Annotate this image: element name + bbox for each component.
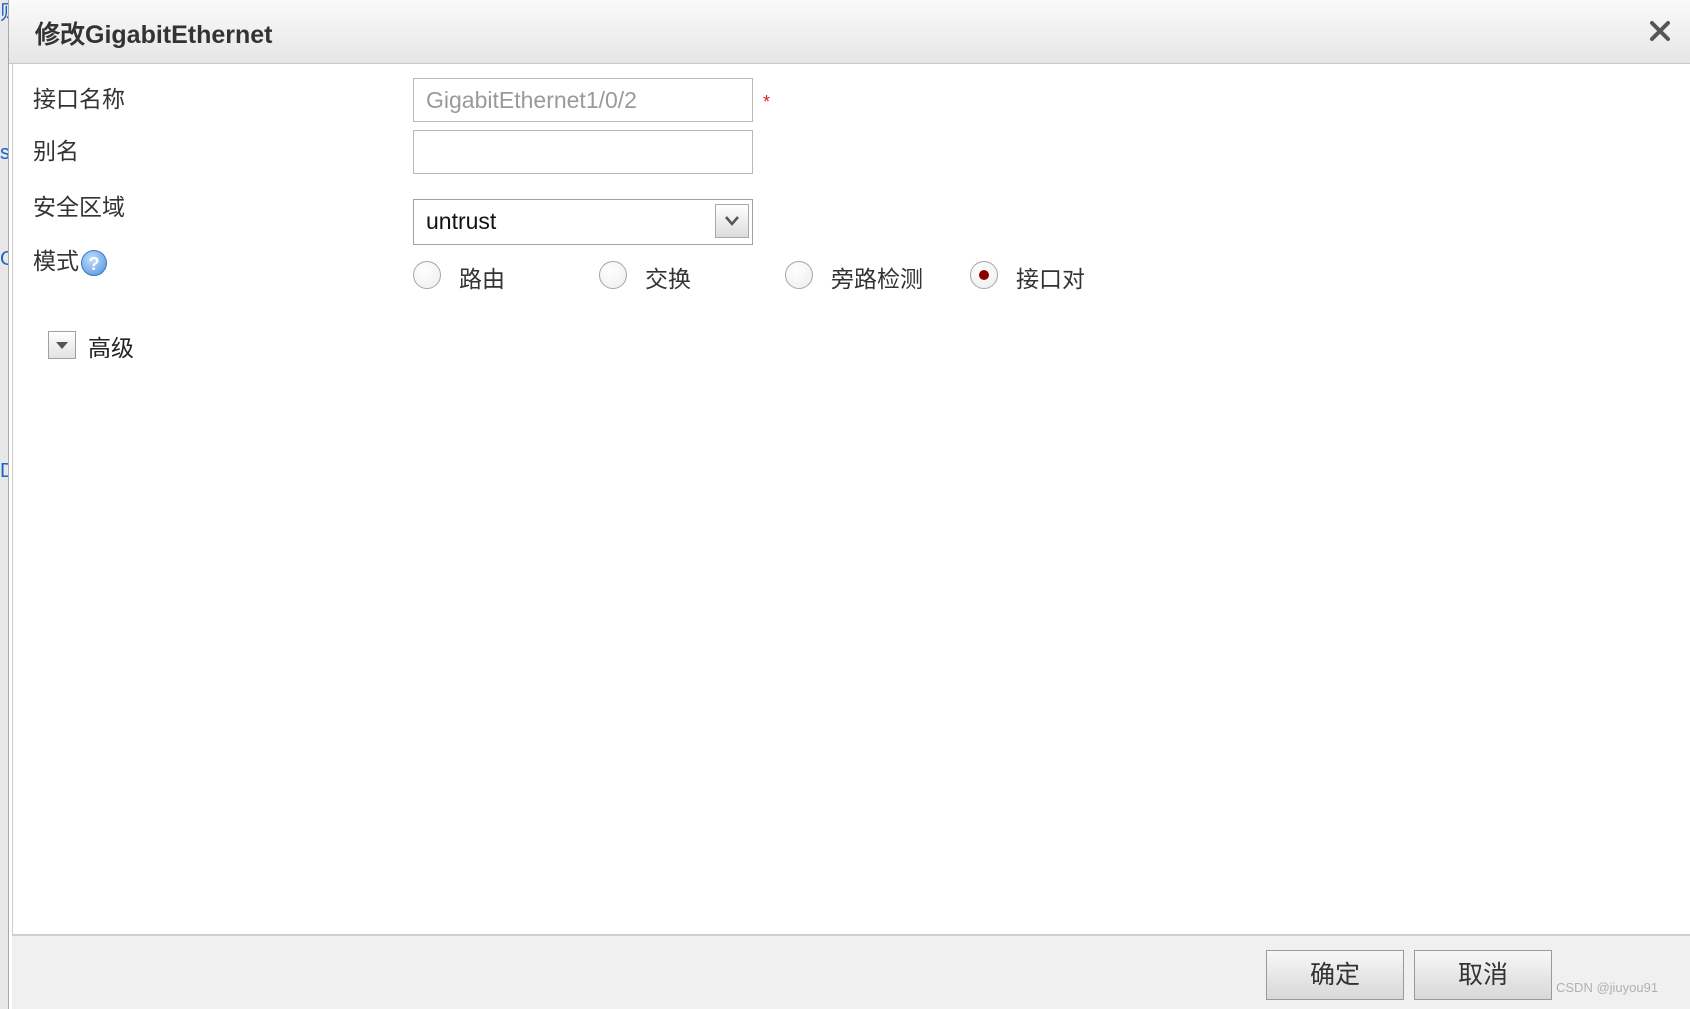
close-button[interactable]	[1643, 14, 1677, 48]
advanced-label: 高级	[88, 336, 134, 362]
radio-button-selected[interactable]	[970, 261, 998, 289]
help-icon[interactable]: ?	[81, 249, 107, 276]
mode-label-text: 模式	[33, 249, 79, 275]
radio-label: 路由	[459, 267, 505, 293]
dropdown-button[interactable]	[715, 204, 749, 238]
strip-mark-3: G	[0, 248, 8, 270]
triangle-down-icon	[56, 342, 68, 349]
security-zone-label: 安全区域	[33, 195, 125, 221]
strip-mark-2: s	[0, 142, 8, 164]
mode-label: 模式?	[33, 242, 107, 276]
background-window-strip: 则 s G D	[0, 0, 9, 1009]
radio-button[interactable]	[413, 261, 441, 289]
close-icon	[1650, 21, 1670, 41]
radio-label: 接口对	[1016, 267, 1085, 293]
strip-mark-1: 则	[0, 2, 8, 24]
chevron-down-icon	[725, 216, 739, 226]
security-zone-select[interactable]: untrust	[413, 199, 753, 245]
dialog-footer: 确定 取消	[12, 935, 1690, 1009]
dialog-body: 接口名称 * 别名 安全区域 untrust 模式? 路由	[12, 64, 1690, 935]
interface-name-input[interactable]	[413, 78, 753, 122]
required-mark: *	[763, 92, 771, 112]
edit-interface-dialog: 修改GigabitEthernet 接口名称 * 别名 安全区域 untrust	[9, 0, 1690, 1009]
alias-label: 别名	[33, 139, 79, 165]
strip-mark-4: D	[0, 460, 8, 482]
radio-selected-dot	[979, 270, 989, 280]
cancel-button[interactable]: 取消	[1414, 950, 1552, 1000]
expand-toggle[interactable]	[48, 331, 76, 359]
dialog-title-bar[interactable]: 修改GigabitEthernet	[9, 0, 1690, 64]
dialog-title: 修改GigabitEthernet	[35, 21, 273, 49]
interface-name-label: 接口名称	[33, 87, 125, 113]
watermark: CSDN @jiuyou91	[1556, 980, 1659, 995]
ok-button[interactable]: 确定	[1266, 950, 1404, 1000]
radio-button[interactable]	[785, 261, 813, 289]
radio-label: 旁路检测	[831, 267, 923, 293]
mode-radio-group: 路由 交换 旁路检测 接口对	[413, 254, 1313, 298]
alias-input[interactable]	[413, 130, 753, 174]
radio-label: 交换	[645, 267, 691, 293]
security-zone-value: untrust	[426, 208, 497, 234]
radio-button[interactable]	[599, 261, 627, 289]
